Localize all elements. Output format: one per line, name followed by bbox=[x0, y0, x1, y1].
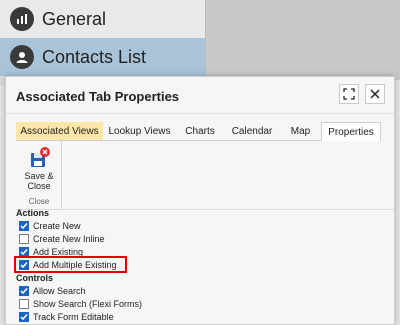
ribbon-divider bbox=[16, 209, 394, 210]
controls-heading: Controls bbox=[16, 273, 53, 283]
title-divider bbox=[6, 113, 394, 114]
person-icon bbox=[10, 45, 34, 69]
nav-item-contacts[interactable]: Contacts List bbox=[0, 38, 205, 76]
save-close-button[interactable]: Save & Close bbox=[18, 145, 60, 195]
save-close-icon bbox=[31, 147, 50, 167]
highlight-box bbox=[14, 256, 127, 273]
tab-calendar[interactable]: Calendar bbox=[224, 122, 280, 141]
checkbox-label: Show Search (Flexi Forms) bbox=[33, 299, 143, 309]
check-icon bbox=[20, 288, 28, 295]
tab-strip: Associated Views Lookup Views Charts Cal… bbox=[16, 122, 381, 141]
check-icon bbox=[20, 223, 28, 230]
checkbox-box[interactable] bbox=[19, 234, 29, 244]
checkbox-box[interactable] bbox=[19, 299, 29, 309]
dialog-title: Associated Tab Properties bbox=[16, 89, 180, 104]
checkbox-allow-search[interactable]: Allow Search bbox=[19, 285, 86, 297]
checkbox-show-search[interactable]: Show Search (Flexi Forms) bbox=[19, 298, 142, 310]
tab-associated-views[interactable]: Associated Views bbox=[16, 122, 103, 141]
checkbox-create-new[interactable]: Create New bbox=[19, 220, 81, 232]
checkbox-track-form-editable[interactable]: Track Form Editable bbox=[19, 311, 114, 323]
checkbox-box[interactable] bbox=[19, 221, 29, 231]
ribbon-close-group: Save & Close Close bbox=[16, 141, 62, 209]
checkbox-box[interactable] bbox=[19, 286, 29, 296]
tab-properties[interactable]: Properties bbox=[321, 122, 381, 141]
checkbox-label: Create New Inline bbox=[33, 234, 105, 244]
checkbox-label: Allow Search bbox=[33, 286, 86, 296]
save-close-label: Save & Close bbox=[24, 171, 54, 191]
tab-lookup-views[interactable]: Lookup Views bbox=[103, 122, 176, 141]
tab-map[interactable]: Map bbox=[280, 122, 321, 141]
tab-charts[interactable]: Charts bbox=[176, 122, 224, 141]
check-icon bbox=[20, 314, 28, 321]
content-background bbox=[205, 0, 400, 80]
close-icon bbox=[370, 89, 380, 99]
nav-label-general: General bbox=[42, 8, 107, 29]
ribbon-group-label: Close bbox=[28, 197, 50, 206]
associated-tab-properties-dialog: Associated Tab Properties Associated Vie… bbox=[5, 76, 395, 325]
nav-label-contacts: Contacts List bbox=[42, 46, 147, 67]
nav-item-general[interactable]: General bbox=[0, 0, 205, 38]
dashboard-icon bbox=[10, 7, 34, 31]
checkbox-label: Track Form Editable bbox=[33, 312, 114, 322]
checkbox-box[interactable] bbox=[19, 312, 29, 322]
checkbox-create-new-inline[interactable]: Create New Inline bbox=[19, 233, 105, 245]
actions-heading: Actions bbox=[16, 208, 50, 218]
expand-icon bbox=[343, 88, 355, 100]
maximize-button[interactable] bbox=[339, 84, 359, 104]
check-icon bbox=[20, 249, 28, 256]
checkbox-label: Create New bbox=[33, 221, 81, 231]
close-button[interactable] bbox=[365, 84, 385, 104]
